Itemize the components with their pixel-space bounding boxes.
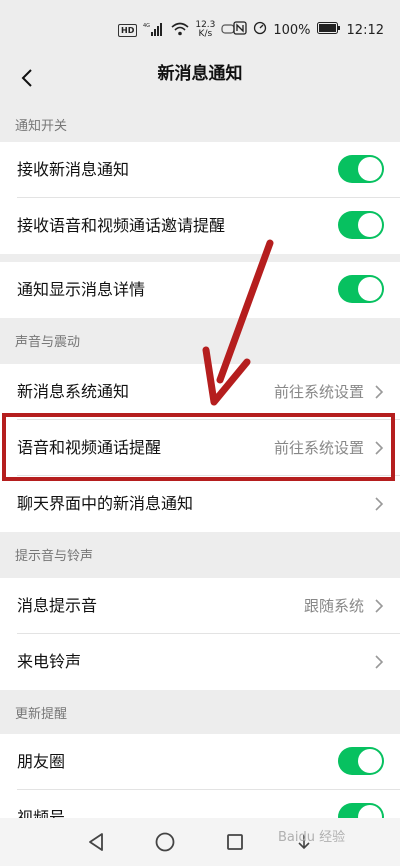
- nav-back-button[interactable]: [84, 830, 108, 854]
- triangle-back-icon: [89, 833, 103, 851]
- circle-home-icon: [155, 832, 175, 852]
- nav-home-button[interactable]: [153, 830, 177, 854]
- square-recents-icon: [227, 834, 243, 850]
- watermark: Baidu 经验: [278, 830, 346, 845]
- annotation-arrow-icon: [202, 239, 274, 406]
- nav-recents-button[interactable]: [223, 830, 247, 854]
